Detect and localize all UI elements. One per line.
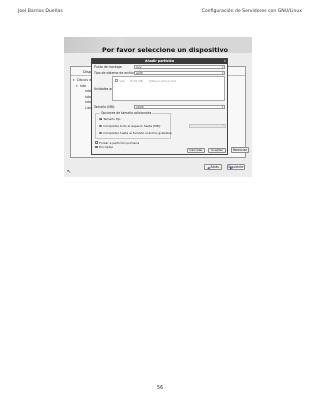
encrypt-checkbox[interactable]: Encriptar <box>95 145 113 149</box>
drive-row[interactable]: sda 8191 MB VMware Virtual disk <box>115 79 181 83</box>
mount-point-value: /srv <box>136 65 142 69</box>
mount-point-combo[interactable]: /srv ▾ <box>134 65 225 70</box>
radio-icon[interactable] <box>99 131 102 135</box>
checkbox-icon[interactable] <box>95 141 98 144</box>
option-fill-up-to[interactable]: Completar todo el espacio hasta (MB): <box>99 124 161 128</box>
radio-selected-icon[interactable] <box>99 117 102 121</box>
drive-model: VMware Virtual disk <box>148 78 177 83</box>
filesystem-type-combo[interactable]: ext4 ▾ <box>134 70 225 75</box>
size-spinner[interactable]: 1024 ⇕ <box>134 105 225 110</box>
filesystem-type-label: Tipo de sistema de archivos: <box>94 70 139 75</box>
dialog-title: Añadir partición <box>92 59 227 64</box>
drive-size: 8191 MB <box>130 78 143 83</box>
option-fixed-size[interactable]: Tamaño fijo <box>99 117 120 121</box>
mount-point-label: Punto de montaje: <box>94 65 123 69</box>
filesystem-type-value: ext4 <box>136 70 143 75</box>
allowable-drives-list[interactable]: sda 8191 MB VMware Virtual disk <box>112 76 225 101</box>
chevron-down-icon: ▾ <box>222 70 224 75</box>
size-label: Tamaño (MB): <box>94 105 116 109</box>
back-arrow-icon: ◀ <box>207 166 210 170</box>
fill-up-to-spinner[interactable]: ⇕ <box>189 124 226 128</box>
option-fill-max[interactable]: Completar hasta el tamaño máximo grababl… <box>99 131 172 135</box>
additional-size-options-title: Opciones de tamaño adicionales <box>100 111 153 115</box>
drive-checkbox[interactable] <box>115 79 118 82</box>
mouse-pointer-icon: ↖ <box>67 169 72 175</box>
add-partition-dialog: Añadir partición ✕ Punto de montaje: /sr… <box>91 58 228 155</box>
installer-bottom-bar: ↖ ◀ Atrás ▶ Siguiente <box>64 160 252 177</box>
installer-title: Por favor seleccione un dispositivo <box>101 46 229 54</box>
additional-size-options: Opciones de tamaño adicionales Tamaño fi… <box>95 111 172 139</box>
radio-icon[interactable] <box>99 124 102 128</box>
reset-button[interactable]: Reiniciar <box>231 147 249 153</box>
document-header: Joel Barrios Dueñas Configuración de Ser… <box>0 9 320 19</box>
document-title: Configuración de Servidores con GNU/Linu… <box>201 9 302 14</box>
size-value: 1024 <box>136 105 144 109</box>
next-button[interactable]: ▶ Siguiente <box>227 164 245 170</box>
page-number: 56 <box>156 385 164 391</box>
accept-button[interactable]: Aceptar <box>208 148 226 153</box>
spin-arrows-icon[interactable]: ⇕ <box>221 105 223 109</box>
author-name: Joel Barrios Dueñas <box>18 9 63 14</box>
close-icon[interactable]: ✕ <box>223 59 226 64</box>
cancel-button[interactable]: Cancelar <box>187 148 205 153</box>
force-primary-checkbox[interactable]: Forzar a partición primaria <box>95 141 139 145</box>
checkbox-icon[interactable] <box>95 145 98 149</box>
drive-name: sda <box>119 78 125 83</box>
chevron-down-icon: ▾ <box>222 65 224 69</box>
next-arrow-icon: ▶ <box>230 166 233 170</box>
back-button[interactable]: ◀ Atrás <box>204 164 222 170</box>
